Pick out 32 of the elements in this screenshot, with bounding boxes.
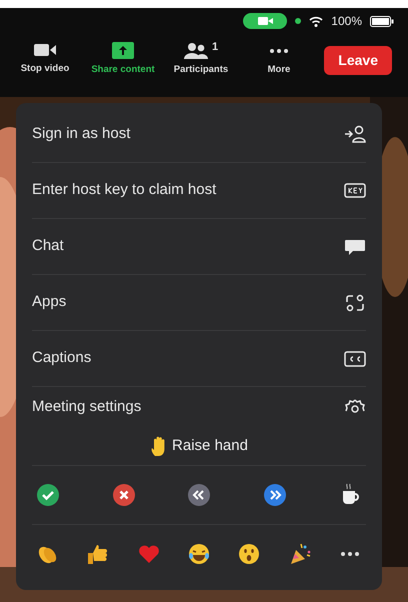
menu-item[interactable]: Sign in as host <box>32 107 366 163</box>
video-camera-icon <box>34 42 56 58</box>
toolbar-button[interactable]: 1 Participants <box>164 42 238 78</box>
more-dots-icon[interactable] <box>340 552 359 556</box>
menu-item[interactable]: Captions <box>32 331 366 387</box>
menu-item[interactable]: Enter host key to claim host <box>32 163 366 219</box>
close-icon[interactable] <box>112 483 136 507</box>
status-dot-icon <box>295 18 302 24</box>
laughing-face-icon[interactable] <box>186 542 211 566</box>
wifi-icon <box>309 16 324 26</box>
rewind-icon[interactable] <box>187 483 211 507</box>
person-sign-in-icon <box>344 124 366 144</box>
check-icon[interactable] <box>36 483 60 507</box>
raise-hand-button[interactable]: Raise hand <box>144 427 254 465</box>
surprised-face-icon[interactable] <box>237 542 262 566</box>
toolbar-button[interactable]: Share content <box>86 42 160 78</box>
participant-count: 1 <box>212 42 218 53</box>
people-icon <box>184 42 208 59</box>
leave-button[interactable]: Leave <box>324 46 392 75</box>
fast-forward-icon[interactable] <box>262 483 286 507</box>
menu-item[interactable]: Meeting settings <box>32 387 366 427</box>
menu-item[interactable]: Apps <box>32 275 366 331</box>
battery-percent: 100% <box>331 13 362 30</box>
toolbar-button[interactable]: Stop video <box>8 42 82 76</box>
key-icon <box>344 180 366 200</box>
toolbar-button[interactable]: More <box>242 42 316 78</box>
camera-pill-icon <box>243 13 288 29</box>
captions-icon <box>344 348 366 368</box>
apps-icon <box>344 292 366 312</box>
battery-icon <box>370 16 394 26</box>
more-dots-icon <box>270 49 288 53</box>
menu-item[interactable]: Chat <box>32 219 366 275</box>
